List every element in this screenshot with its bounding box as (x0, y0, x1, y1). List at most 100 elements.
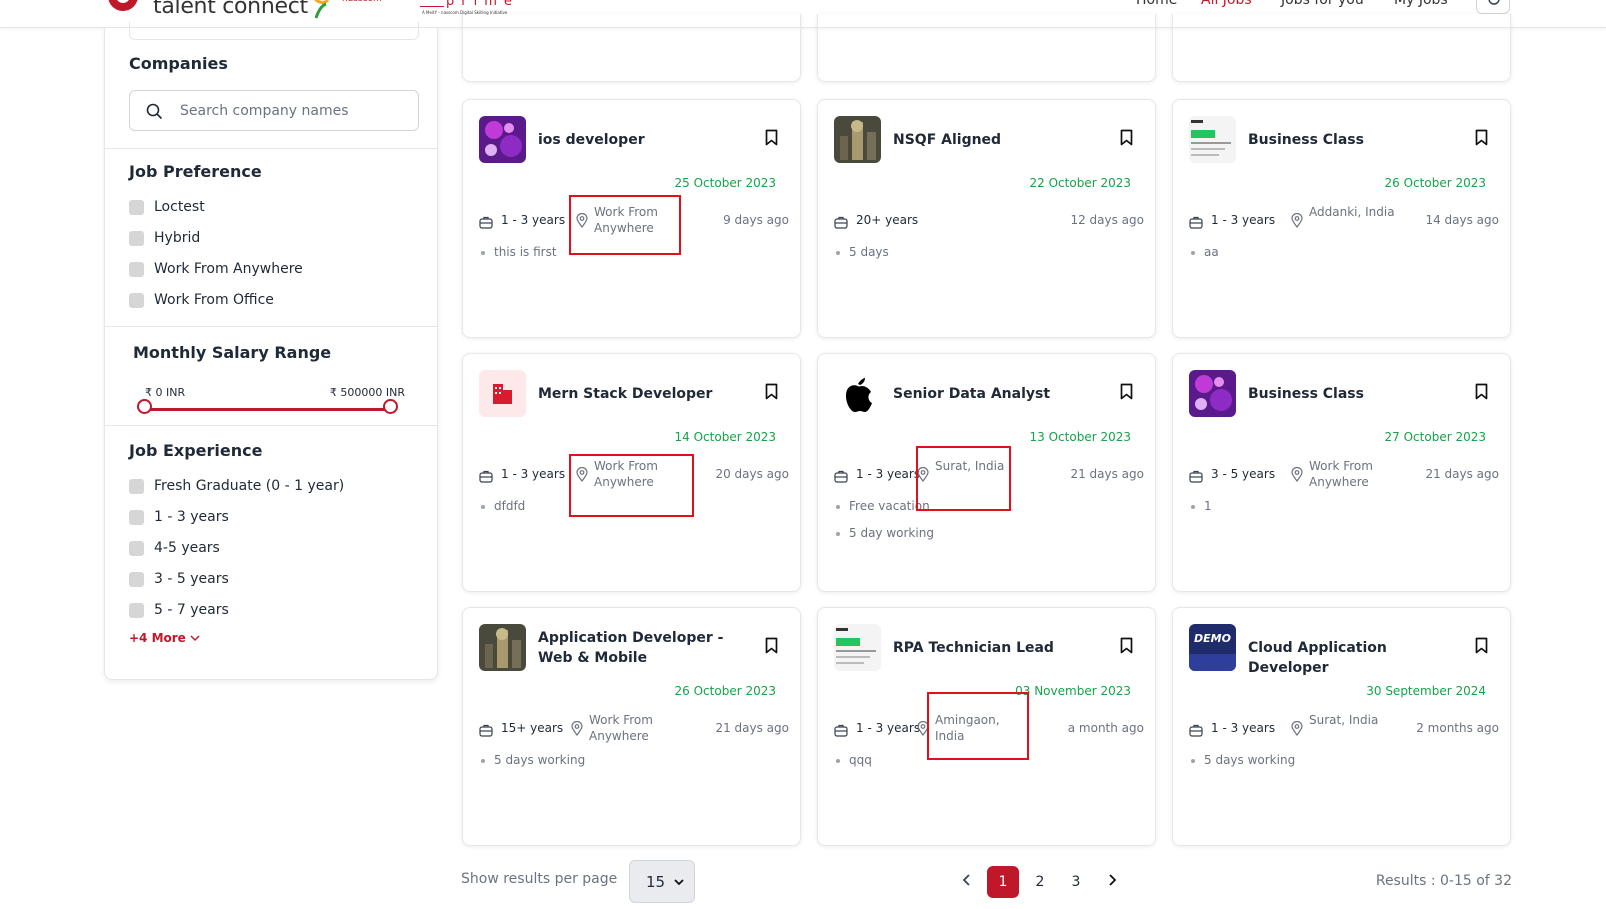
location-pin-icon (571, 720, 583, 736)
company-logo (479, 624, 526, 671)
job-card-partial[interactable] (1172, 14, 1511, 82)
experience-option[interactable]: 4-5 years (129, 538, 220, 558)
next-page-icon[interactable] (1105, 873, 1119, 887)
talent-connect-logo-icon (108, 0, 138, 11)
job-card[interactable]: Application Developer - Web & Mobile 26 O… (462, 607, 801, 846)
experience-text: 3 - 5 years (1211, 467, 1276, 481)
page-3-button[interactable]: 3 (1060, 866, 1092, 898)
experience-option[interactable]: 3 - 5 years (129, 569, 229, 589)
job-meta: 1 - 3 years Addanki, India 14 days ago (1189, 204, 1499, 238)
bookmark-icon[interactable] (1475, 637, 1488, 654)
posted-ago: a month ago (1067, 721, 1144, 735)
experience-text: 1 - 3 years (1211, 213, 1276, 227)
salary-slider-track[interactable] (145, 408, 391, 411)
job-title[interactable]: RPA Technician Lead (893, 638, 1113, 658)
job-title[interactable]: Mern Stack Developer (538, 384, 758, 404)
experience-text: 15+ years (501, 721, 564, 735)
job-card[interactable]: NSQF Aligned 22 October 2023 20+ yearsWork… (817, 99, 1361, 338)
highlight-box (569, 454, 694, 517)
checkbox[interactable] (129, 509, 144, 525)
bookmark-icon[interactable] (765, 383, 778, 400)
job-title[interactable]: NSQF Aligned (893, 130, 1113, 150)
experience-option[interactable]: 5 - 7 years (129, 600, 229, 620)
nasscom-text: nasscom (342, 0, 382, 4)
job-card[interactable]: Business Class 26 October 2023 1 - 3 years… (1172, 99, 1511, 338)
briefcase-icon (1189, 722, 1203, 737)
logo-text: DEMO (1194, 632, 1231, 645)
highlight-box (916, 446, 1011, 511)
bookmark-icon[interactable] (1120, 637, 1133, 654)
job-title[interactable]: Application Developer - Web & Mobile (538, 628, 758, 668)
experience-text: 1 - 3 years (501, 467, 566, 481)
chevron-down-icon (190, 635, 200, 642)
checkbox-label: Work From Office (154, 292, 274, 308)
divider (105, 148, 437, 149)
bookmark-icon[interactable] (1475, 129, 1488, 146)
bookmark-icon[interactable] (765, 129, 778, 146)
salary-slider-min-handle[interactable] (137, 399, 152, 414)
job-preference-option[interactable]: Work From Office (129, 290, 274, 310)
location-search-input[interactable] (129, 22, 419, 40)
checkbox[interactable] (129, 292, 144, 308)
salary-min-label: ₹ 0 INR (145, 386, 186, 399)
company-search-input[interactable] (180, 99, 410, 123)
job-title[interactable]: Cloud Application Developer (1248, 638, 1468, 678)
previous-page-icon[interactable] (960, 873, 974, 887)
job-card[interactable]: DEMO Cloud Application Developer 30 Septem… (1172, 607, 1511, 846)
experience-option[interactable]: 1 - 3 years (129, 507, 229, 527)
company-search-box[interactable] (129, 90, 419, 131)
checkbox[interactable] (129, 571, 144, 587)
salary-range-labels: ₹ 0 INR ₹ 500000 INR (145, 386, 405, 402)
brand-name[interactable]: talent connect (153, 0, 308, 19)
briefcase-icon (834, 468, 848, 483)
job-card[interactable]: Business Class 27 October 2023 3 - 5 years… (1172, 353, 1511, 592)
job-title[interactable]: Senior Data Analyst (893, 384, 1113, 404)
posted-ago: 20 days ago (715, 467, 789, 481)
job-title[interactable]: Business Class (1248, 130, 1468, 150)
salary-slider-max-handle[interactable] (383, 399, 398, 414)
checkbox[interactable] (129, 261, 144, 277)
job-preference-option[interactable]: Loctest (129, 197, 205, 217)
show-more-link[interactable]: +4 More (129, 631, 200, 645)
location-text: Addanki, India (1309, 205, 1395, 219)
job-meta: 20+ yearsWork From Anywhere12 days ago (834, 204, 1361, 238)
nav-my-jobs[interactable]: My Jobs (1394, 0, 1448, 8)
page-1-button[interactable]: 1 (987, 866, 1019, 898)
job-date: 30 September 2024 (1366, 684, 1486, 698)
checkbox[interactable] (129, 540, 144, 556)
checkbox[interactable] (129, 478, 144, 494)
briefcase-icon (479, 214, 493, 229)
job-card-partial[interactable] (462, 14, 801, 82)
job-highlights: aa (1189, 242, 1489, 269)
results-count: Results : 0-15 of 32 (1375, 873, 1512, 889)
job-card-partial[interactable] (817, 14, 1156, 82)
posted-ago: 21 days ago (715, 721, 789, 735)
job-highlights: 5 days (834, 242, 1134, 269)
bookmark-icon[interactable] (1120, 383, 1133, 400)
profile-button[interactable] (1476, 0, 1510, 14)
nasscom-logo: nasscom (312, 0, 402, 22)
job-preference-option[interactable]: Work From Anywhere (129, 259, 303, 279)
results-per-page-select[interactable]: 15 (629, 860, 695, 903)
bookmark-icon[interactable] (1120, 129, 1133, 146)
job-title[interactable]: Business Class (1248, 384, 1468, 404)
nav-jobs-for-you[interactable]: Jobs for you (1281, 0, 1364, 8)
page-2-button[interactable]: 2 (1024, 866, 1056, 898)
job-preference-option[interactable]: Hybrid (129, 228, 200, 248)
nav-home[interactable]: Home (1136, 0, 1177, 8)
checkbox[interactable] (129, 199, 144, 215)
checkbox-label: 5 - 7 years (154, 602, 229, 618)
job-title[interactable]: ios developer (538, 130, 758, 150)
checkbox-label: Work From Anywhere (154, 261, 303, 277)
posted-ago: 14 days ago (1425, 213, 1499, 227)
checkbox[interactable] (129, 602, 144, 618)
per-page-value: 15 (646, 872, 666, 891)
bookmark-icon[interactable] (1475, 383, 1488, 400)
nav-all-jobs[interactable]: All Jobs (1201, 0, 1252, 8)
location-text: Surat, India (1309, 713, 1379, 727)
checkbox[interactable] (129, 230, 144, 246)
highlight-box (569, 195, 681, 255)
location-pin-icon (1291, 466, 1303, 482)
bookmark-icon[interactable] (765, 637, 778, 654)
experience-option[interactable]: Fresh Graduate (0 - 1 year) (129, 476, 344, 496)
